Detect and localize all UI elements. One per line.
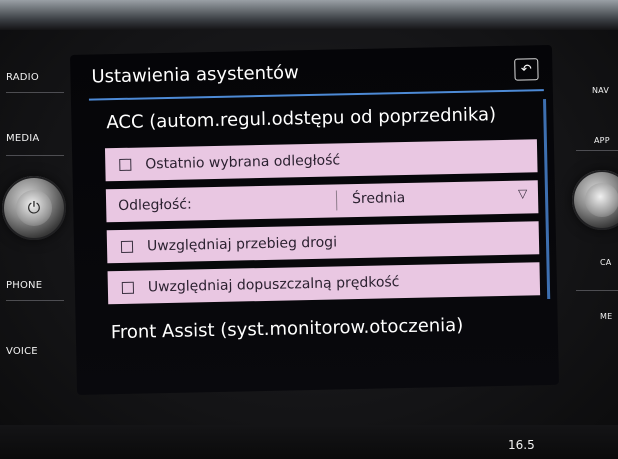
car-button[interactable]: CA bbox=[600, 258, 611, 267]
radio-button[interactable]: RADIO bbox=[6, 72, 39, 83]
speed-limit-label: Uwzględniaj dopuszczalną prędkość bbox=[147, 273, 400, 295]
distance-select-row[interactable]: Odległość: Średnia ▽ bbox=[105, 180, 539, 223]
phone-button[interactable]: PHONE bbox=[6, 280, 42, 291]
scrollbar[interactable] bbox=[543, 99, 551, 300]
checkbox-icon[interactable] bbox=[119, 158, 132, 171]
top-bezel bbox=[0, 0, 618, 30]
media-button[interactable]: MEDIA bbox=[6, 133, 39, 144]
chevron-down-icon: ▽ bbox=[517, 186, 528, 201]
temperature-readout: 16.5 bbox=[508, 438, 535, 452]
distance-label: Odległość: bbox=[117, 195, 192, 214]
left-separator-1 bbox=[6, 92, 64, 93]
last-distance-label: Ostatnio wybrana odległość bbox=[145, 151, 341, 172]
road-course-label: Uwzględniaj przebieg drogi bbox=[146, 233, 338, 254]
checkbox-icon[interactable] bbox=[120, 240, 134, 253]
right-separator-1 bbox=[576, 150, 618, 151]
left-separator-3 bbox=[6, 300, 64, 301]
distance-value: Średnia bbox=[351, 190, 406, 208]
road-course-checkbox-row[interactable]: Uwzględniaj przebieg drogi bbox=[106, 221, 540, 264]
title-underline bbox=[88, 89, 544, 101]
select-divider bbox=[335, 190, 338, 211]
back-button[interactable]: ↶ bbox=[514, 58, 539, 81]
voice-button[interactable]: VOICE bbox=[6, 346, 38, 357]
left-volume-knob[interactable]: ⏻ bbox=[2, 176, 66, 240]
back-arrow-icon: ↶ bbox=[520, 61, 533, 78]
nav-button[interactable]: NAV bbox=[592, 86, 609, 95]
speed-limit-checkbox-row[interactable]: Uwzględniaj dopuszczalną prędkość bbox=[107, 262, 541, 305]
last-distance-checkbox-row[interactable]: Ostatnio wybrana odległość bbox=[104, 139, 538, 182]
menu-button[interactable]: ME bbox=[600, 312, 612, 321]
page-title: Ustawienia asystentów bbox=[91, 62, 300, 88]
touch-screen: Ustawienia asystentów ↶ ACC (autom.regul… bbox=[70, 44, 560, 395]
app-button[interactable]: APP bbox=[594, 136, 610, 145]
left-separator-2 bbox=[6, 155, 64, 156]
acc-section-heading: ACC (autom.regul.odstępu od poprzednika) bbox=[106, 104, 497, 134]
right-separator-2 bbox=[576, 290, 618, 291]
checkbox-icon[interactable] bbox=[121, 281, 135, 294]
power-icon: ⏻ bbox=[27, 198, 41, 217]
front-assist-section-heading: Front Assist (syst.monitorow.otoczenia) bbox=[110, 314, 464, 344]
